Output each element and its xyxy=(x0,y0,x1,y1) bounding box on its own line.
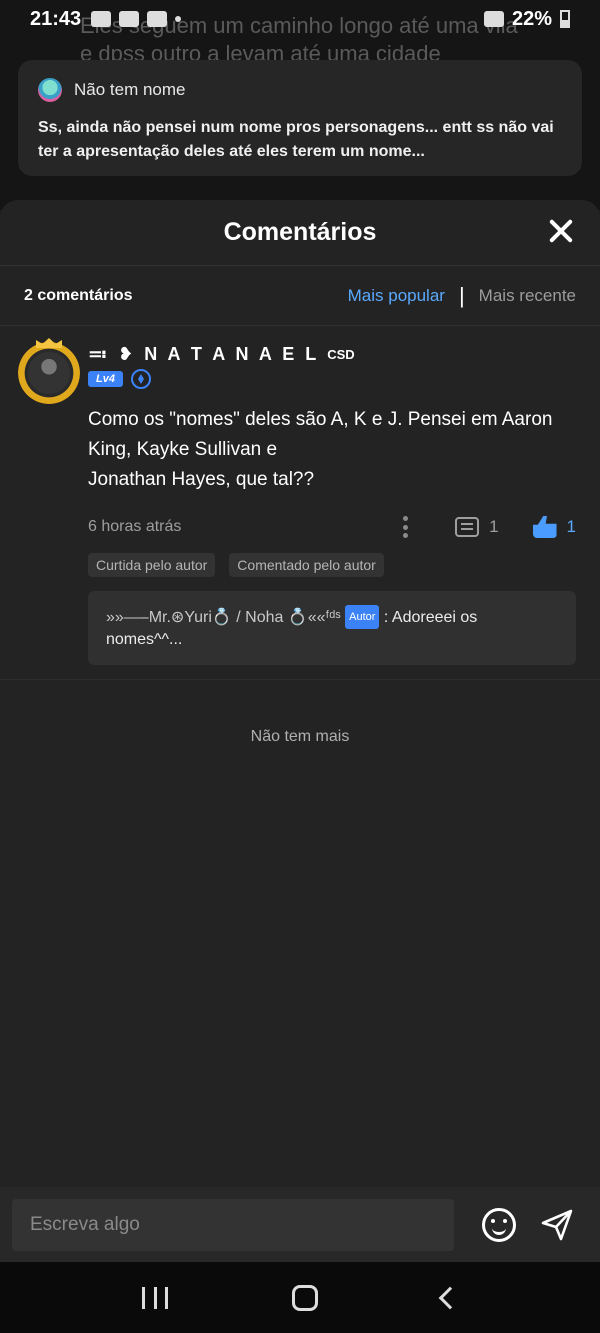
youtube-icon xyxy=(119,11,140,27)
recent-apps-icon[interactable] xyxy=(142,1286,168,1309)
comment-count: 2 comentários xyxy=(24,286,133,304)
comment-author[interactable]: ≕ ❥ N A T A N A E L CSD xyxy=(88,344,576,365)
author-note-card: Não tem nome Ss, ainda não pensei num no… xyxy=(18,60,582,176)
back-icon[interactable] xyxy=(438,1286,462,1309)
author-avatar xyxy=(38,78,62,102)
status-bar: 21:43 22% xyxy=(0,0,600,38)
reply-count: 1 xyxy=(489,517,499,536)
emoji-icon[interactable] xyxy=(482,1207,516,1242)
commented-by-author-badge: Comentado pelo autor xyxy=(229,553,384,577)
send-icon[interactable] xyxy=(540,1208,574,1242)
reply-preview[interactable]: »»—–Mr.⊛Yuri💍 / Noha 💍««ᶠᵈˢ Autor : Ador… xyxy=(88,591,576,665)
wifi-icon xyxy=(483,11,504,27)
more-options-icon[interactable] xyxy=(403,516,409,538)
comment-item: ≕ ❥ N A T A N A E L CSD Lv4 Como os "nom… xyxy=(0,326,600,680)
thumbs-up-icon xyxy=(532,516,557,538)
home-icon[interactable] xyxy=(292,1284,318,1311)
battery-percent: 22% xyxy=(511,7,552,30)
crown-icon xyxy=(36,338,62,348)
like-count: 1 xyxy=(566,517,576,536)
sort-recent-button[interactable]: Mais recente xyxy=(479,286,576,306)
comment-input-bar: Escreva algo xyxy=(0,1187,600,1262)
sort-popular-button[interactable]: Mais popular xyxy=(348,286,445,306)
level-badge: Lv4 xyxy=(88,371,123,387)
author-name: ≕ ❥ N A T A N A E L xyxy=(88,344,320,364)
facebook-icon xyxy=(91,11,112,27)
author-tag: CSD xyxy=(327,347,355,362)
reply-author: »»—–Mr.⊛Yuri💍 / Noha 💍««ᶠᵈˢ xyxy=(106,609,341,626)
comment-icon xyxy=(455,517,480,537)
end-of-list-text: Não tem mais xyxy=(250,728,350,745)
battery-icon xyxy=(560,10,570,28)
sort-separator: | xyxy=(458,282,465,308)
verified-icon xyxy=(130,369,151,389)
reply-button[interactable]: 1 xyxy=(455,517,499,537)
author-badge: Autor xyxy=(345,605,380,629)
whatsapp-icon xyxy=(147,11,168,27)
sheet-title: Comentários xyxy=(223,218,377,246)
comment-text: Como os "nomes" deles são A, K e J. Pens… xyxy=(88,409,553,490)
comment-input[interactable]: Escreva algo xyxy=(12,1198,454,1251)
status-time: 21:43 xyxy=(30,7,82,30)
close-icon[interactable] xyxy=(546,216,576,246)
sheet-header: Comentários xyxy=(0,200,600,266)
comments-sheet: Comentários 2 comentários Mais popular |… xyxy=(0,200,600,1262)
notification-dot-icon xyxy=(175,16,182,22)
liked-by-author-badge: Curtida pelo autor xyxy=(88,553,216,577)
system-nav-bar xyxy=(0,1262,600,1333)
avatar[interactable] xyxy=(18,342,80,404)
comment-time: 6 horas atrás xyxy=(88,518,182,535)
author-note-name: Não tem nome xyxy=(74,80,186,99)
like-button[interactable]: 1 xyxy=(532,516,576,538)
sort-row: 2 comentários Mais popular | Mais recent… xyxy=(0,266,600,326)
author-note-text: Ss, ainda não pensei num nome pros perso… xyxy=(38,119,554,160)
